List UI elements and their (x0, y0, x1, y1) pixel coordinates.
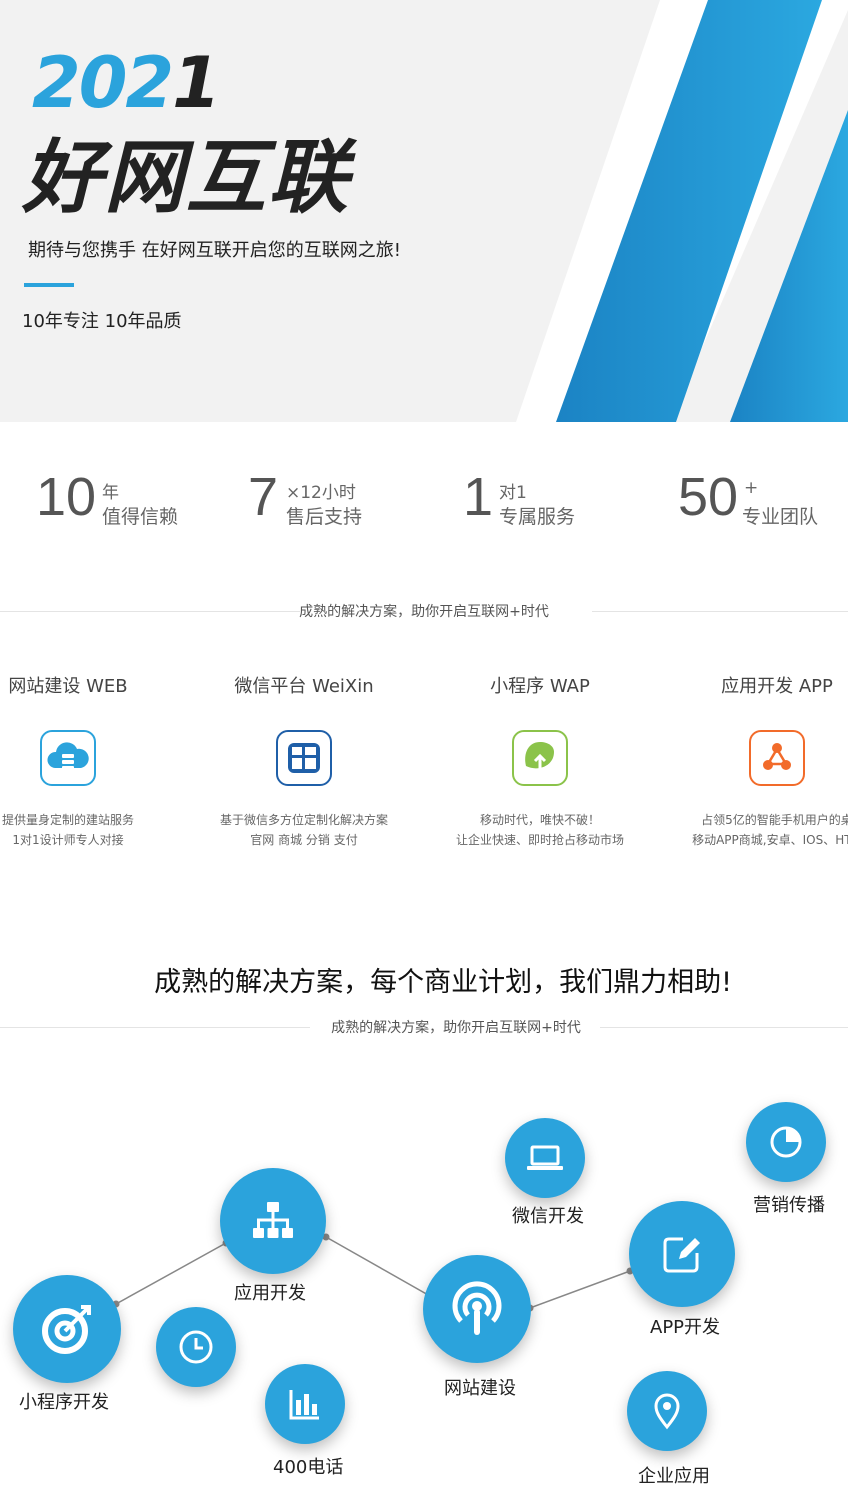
section-divider: 成熟的解决方案，助你开启互联网+时代 (0, 601, 848, 621)
bar-chart-icon[interactable] (265, 1364, 345, 1444)
service-web[interactable]: 网站建设 WEB 提供量身定制的建站服务 1对1设计师专人对接 (0, 672, 188, 850)
broadcast-icon[interactable] (423, 1255, 531, 1363)
laptop-icon[interactable] (505, 1118, 585, 1198)
grid-window-icon (276, 730, 332, 786)
hero-slogan: 10年专注 10年品质 (22, 311, 182, 332)
service-desc: 占领5亿的智能手机用户的桌 移动APP商城,安卓、IOS、HTM (692, 813, 848, 847)
node-label-weixin: 微信开发 (512, 1206, 584, 1227)
service-app[interactable]: 应用开发 APP 占领5亿的智能手机用户的桌 移动APP商城,安卓、IOS、HTM (657, 672, 848, 850)
sitemap-icon[interactable] (220, 1168, 326, 1274)
node-label-marketing: 营销传播 (753, 1195, 825, 1216)
hero-banner: 2021 好网互联 期待与您携手 在好网互联开启您的互联网之旅! 10年专注 1… (0, 0, 848, 422)
target-icon[interactable] (13, 1275, 121, 1383)
service-title: 应用开发 APP (721, 676, 833, 697)
clock-icon[interactable] (156, 1307, 236, 1387)
hero-brand-title: 好网互联 (22, 131, 350, 224)
service-title: 网站建设 WEB (8, 676, 128, 697)
cloud-server-icon (40, 730, 96, 786)
share-nodes-icon (749, 730, 805, 786)
hero-tagline: 期待与您携手 在好网互联开启您的互联网之旅! (28, 240, 401, 261)
location-pin-icon[interactable] (627, 1371, 707, 1451)
node-label-miniprogram: 小程序开发 (19, 1392, 109, 1413)
edit-icon[interactable] (629, 1201, 735, 1307)
leaf-arrow-icon (512, 730, 568, 786)
service-title: 微信平台 WeiXin (234, 676, 374, 697)
service-title: 小程序 WAP (490, 676, 590, 697)
service-weixin[interactable]: 微信平台 WeiXin 基于微信多方位定制化解决方案 官网 商城 分销 支付 (184, 672, 424, 850)
node-label-app: APP开发 (650, 1317, 721, 1338)
node-label-appdev: 应用开发 (234, 1283, 306, 1304)
section-heading: 成熟的解决方案，每个商业计划，我们鼎力相助! (154, 967, 732, 998)
node-label-website: 网站建设 (444, 1378, 516, 1399)
service-desc: 提供量身定制的建站服务 1对1设计师专人对接 (1, 813, 134, 847)
pie-chart-icon[interactable] (746, 1102, 826, 1182)
node-label-400: 400电话 (273, 1457, 344, 1478)
section-subtitle-divider: 成熟的解决方案，助你开启互联网+时代 (0, 1017, 848, 1037)
node-label-enterprise: 企业应用 (638, 1466, 710, 1487)
service-desc: 基于微信多方位定制化解决方案 官网 商城 分销 支付 (219, 813, 388, 847)
accent-bar (24, 283, 74, 287)
hero-year: 2021 (32, 42, 221, 124)
service-wap[interactable]: 小程序 WAP 移动时代，唯快不破！ 让企业快速、即时抢占移动市场 (420, 672, 660, 850)
service-desc: 移动时代，唯快不破！ 让企业快速、即时抢占移动市场 (455, 813, 624, 847)
